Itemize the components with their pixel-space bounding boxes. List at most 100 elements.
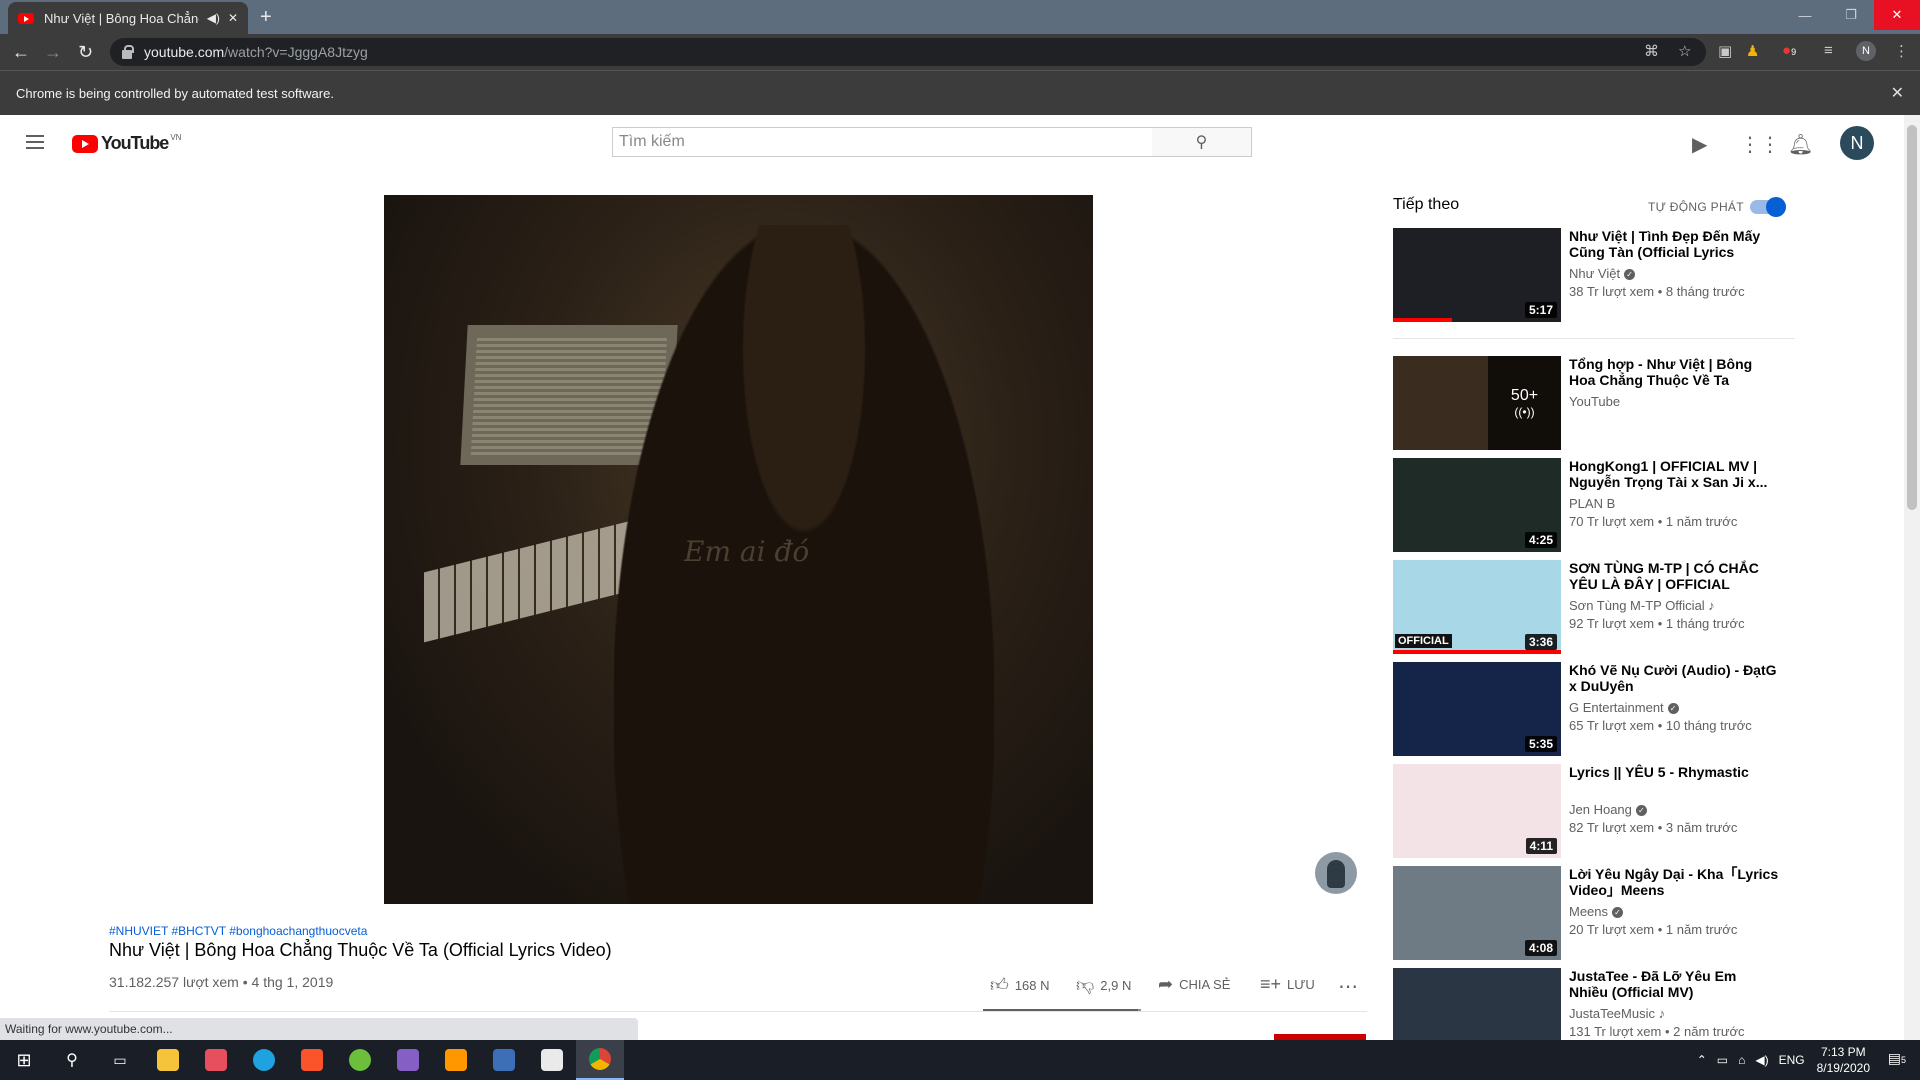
brave-button[interactable] bbox=[288, 1040, 336, 1080]
recommendation-title[interactable]: Lyrics || YÊU 5 - Rhymastic bbox=[1569, 764, 1779, 780]
back-icon[interactable]: ← bbox=[12, 42, 30, 63]
video-thumbnail[interactable]: 5:35 bbox=[1393, 662, 1561, 756]
browser-toolbar: ← → ↻ youtube.com/watch?v=JgggA8Jtzyg ⌘ … bbox=[0, 34, 1920, 70]
recommendation-title[interactable]: Lời Yêu Ngây Dại - Kha「Lyrics Video」Meen… bbox=[1569, 866, 1779, 898]
save-button[interactable]: ≡+ LƯU bbox=[1260, 974, 1315, 995]
speaker-icon[interactable]: ◀) bbox=[207, 11, 220, 25]
account-avatar[interactable]: N bbox=[1840, 126, 1874, 160]
scrollbar-thumb[interactable] bbox=[1907, 125, 1917, 510]
start-button[interactable]: ⊞ bbox=[0, 1040, 48, 1080]
recommendation-item[interactable]: 50+ ((•)) Tổng hợp - Như Việt | Bông Hoa C… bbox=[1393, 356, 1793, 451]
volume-icon[interactable]: ◀) bbox=[1755, 1053, 1768, 1067]
extension-shield-icon[interactable]: ●9 bbox=[1782, 42, 1796, 59]
create-video-icon[interactable]: ▶︎ bbox=[1692, 132, 1707, 157]
like-button[interactable]: 👍︎ 168 N bbox=[990, 974, 1050, 996]
recommendation-title[interactable]: JustaTee - Đã Lỡ Yêu Em Nhiều (Official … bbox=[1569, 968, 1779, 1000]
profile-avatar[interactable]: N bbox=[1856, 41, 1876, 61]
app-button-1[interactable] bbox=[192, 1040, 240, 1080]
guide-menu-icon[interactable] bbox=[26, 135, 44, 149]
recommendation-title[interactable]: Tổng hợp - Như Việt | Bông Hoa Chẳng Thu… bbox=[1569, 356, 1779, 388]
app-button-3[interactable] bbox=[480, 1040, 528, 1080]
youtube-logo[interactable]: YouTube VN bbox=[72, 133, 181, 154]
recommendation-item[interactable]: 4:25 HongKong1 | OFFICIAL MV | Nguyễn Trọ… bbox=[1393, 458, 1793, 553]
recommendation-channel[interactable]: YouTube bbox=[1569, 394, 1620, 409]
recommendation-channel[interactable]: JustaTeeMusic ♪ bbox=[1569, 1006, 1665, 1021]
apps-grid-icon[interactable]: ⋮⋮ bbox=[1740, 132, 1780, 157]
recommendation-channel[interactable]: PLAN B bbox=[1569, 496, 1615, 511]
video-thumbnail[interactable]: 50+ ((•)) bbox=[1393, 356, 1561, 450]
video-duration: 4:08 bbox=[1524, 940, 1557, 956]
recommendation-title[interactable]: SƠN TÙNG M-TP | CÓ CHẮC YÊU LÀ ĐÂY | OFF… bbox=[1569, 560, 1779, 592]
reload-icon[interactable]: ↻ bbox=[78, 42, 93, 63]
extension-person-icon[interactable]: ♟ bbox=[1746, 42, 1759, 60]
clock[interactable]: 7:13 PM 8/19/2020 bbox=[1817, 1044, 1870, 1076]
recommendation-channel[interactable]: Meens ✓ bbox=[1569, 904, 1624, 919]
music-note-icon: ♪ bbox=[1704, 598, 1715, 613]
video-player[interactable]: Em ai đó bbox=[384, 195, 1093, 904]
task-view-button[interactable]: ▭ bbox=[96, 1040, 144, 1080]
share-button[interactable]: ➦ CHIA SẺ bbox=[1158, 974, 1230, 995]
mix-overlay: 50+ ((•)) bbox=[1488, 356, 1561, 450]
file-explorer-button[interactable] bbox=[144, 1040, 192, 1080]
browser-tab[interactable]: Như Việt | Bông Hoa Chẳng ◀) ✕ bbox=[8, 2, 248, 34]
recommendation-channel[interactable]: Như Việt ✓ bbox=[1569, 266, 1636, 281]
recommendation-item[interactable]: 5:17 Như Việt | Tình Đẹp Đến Mấy Cũng Tàn… bbox=[1393, 228, 1793, 323]
video-thumbnail[interactable]: 4:11 bbox=[1393, 764, 1561, 858]
search-button[interactable]: ⚲ bbox=[1152, 127, 1252, 157]
notification-center-icon[interactable]: ▤5 bbox=[1888, 1050, 1906, 1067]
forward-icon[interactable]: → bbox=[44, 42, 62, 63]
sublime-button[interactable] bbox=[432, 1040, 480, 1080]
recommendation-channel[interactable]: G Entertainment ✓ bbox=[1569, 700, 1679, 715]
recommendation-item[interactable]: 4:08 Lời Yêu Ngây Dại - Kha「Lyrics Video」… bbox=[1393, 866, 1793, 961]
chrome-taskbar-button[interactable] bbox=[576, 1040, 624, 1080]
video-thumbnail[interactable]: 4:25 bbox=[1393, 458, 1561, 552]
recommendation-channel[interactable]: Sơn Tùng M-TP Official ♪ bbox=[1569, 598, 1715, 613]
close-tab-icon[interactable]: ✕ bbox=[228, 11, 238, 25]
app-button-4[interactable] bbox=[528, 1040, 576, 1080]
search-taskbar-button[interactable]: ⚲ bbox=[48, 1040, 96, 1080]
bookmark-star-icon[interactable]: ☆ bbox=[1678, 42, 1691, 60]
tray-chevron-icon[interactable]: ⌃ bbox=[1697, 1053, 1707, 1067]
autoplay-toggle[interactable] bbox=[1750, 197, 1786, 217]
edge-button[interactable] bbox=[240, 1040, 288, 1080]
menu-kebab-icon[interactable]: ⋮ bbox=[1894, 42, 1909, 60]
restore-button[interactable]: ❐ bbox=[1828, 0, 1874, 30]
chrome-icon bbox=[589, 1048, 611, 1070]
dislike-button[interactable]: 👎︎ 2,9 N bbox=[1076, 974, 1131, 996]
media-control-icon[interactable]: ≡ bbox=[1824, 42, 1833, 59]
search-input[interactable] bbox=[613, 128, 1219, 156]
language-indicator[interactable]: ENG bbox=[1779, 1053, 1805, 1067]
recommendation-item[interactable]: OFFICIAL 3:36 SƠN TÙNG M-TP | CÓ CHẮC YÊU … bbox=[1393, 560, 1793, 655]
recommendation-title[interactable]: Như Việt | Tình Đẹp Đến Mấy Cũng Tàn (Of… bbox=[1569, 228, 1779, 260]
video-thumbnail[interactable]: OFFICIAL 3:36 bbox=[1393, 560, 1561, 654]
channel-name: Meens bbox=[1569, 904, 1609, 919]
network-icon[interactable]: ⌂ bbox=[1738, 1053, 1745, 1067]
translate-icon[interactable]: ⌘ bbox=[1644, 42, 1659, 60]
video-hashtags[interactable]: #NHUVIET #BHCTVT #bonghoachangthuocveta bbox=[109, 924, 367, 938]
recommendation-channel[interactable]: Jen Hoang ✓ bbox=[1569, 802, 1647, 817]
verified-check-icon: ✓ bbox=[1635, 805, 1647, 817]
up-next-separator bbox=[1393, 338, 1795, 339]
minimize-button[interactable]: — bbox=[1782, 0, 1828, 30]
recommendation-item[interactable]: 4:11 Lyrics || YÊU 5 - Rhymastic Jen Hoang… bbox=[1393, 764, 1793, 859]
more-actions-button[interactable]: ⋯ bbox=[1338, 974, 1364, 999]
close-infobar-icon[interactable]: ✕ bbox=[1891, 83, 1904, 103]
new-tab-button[interactable]: + bbox=[260, 6, 272, 29]
visual-studio-button[interactable] bbox=[384, 1040, 432, 1080]
video-thumbnail[interactable]: 5:17 bbox=[1393, 228, 1561, 322]
address-bar[interactable]: youtube.com/watch?v=JgggA8Jtzyg bbox=[110, 38, 1706, 66]
video-title: Như Việt | Bông Hoa Chẳng Thuộc Về Ta (O… bbox=[109, 940, 612, 960]
extension-c-icon[interactable]: ▣ bbox=[1718, 42, 1732, 60]
notifications-bell-icon[interactable]: 🔔︎ bbox=[1788, 132, 1813, 157]
app-button-2[interactable] bbox=[336, 1040, 384, 1080]
page-scrollbar[interactable] bbox=[1904, 115, 1920, 1040]
recommendation-item[interactable]: 5:35 Khó Vẽ Nụ Cười (Audio) - ĐạtG x DuUy… bbox=[1393, 662, 1793, 757]
channel-avatar[interactable] bbox=[1315, 852, 1357, 894]
video-thumbnail[interactable]: 4:08 bbox=[1393, 866, 1561, 960]
automation-infobar: Chrome is being controlled by automated … bbox=[0, 70, 1920, 115]
close-window-button[interactable]: ✕ bbox=[1874, 0, 1920, 30]
recommendation-title[interactable]: Khó Vẽ Nụ Cười (Audio) - ĐạtG x DuUyên bbox=[1569, 662, 1779, 694]
battery-icon[interactable]: ▭ bbox=[1717, 1053, 1728, 1067]
recommendation-meta: 131 Tr lượt xem • 2 năm trước bbox=[1569, 1024, 1745, 1039]
recommendation-title[interactable]: HongKong1 | OFFICIAL MV | Nguyễn Trọng T… bbox=[1569, 458, 1779, 490]
